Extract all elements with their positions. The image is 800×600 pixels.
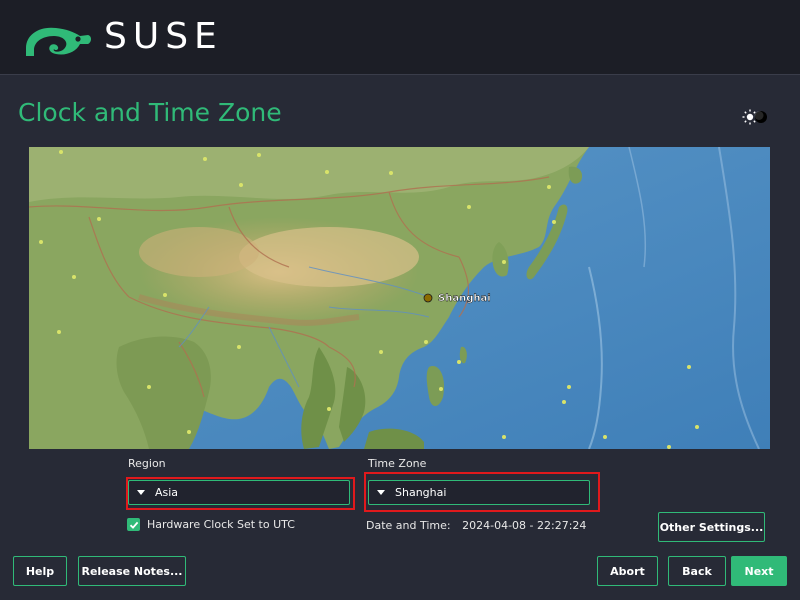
date-time-display: Date and Time: 2024-04-08 - 22:27:24 — [366, 519, 586, 532]
region-value: Asia — [155, 486, 179, 499]
next-button[interactable]: Next — [731, 556, 787, 586]
help-button[interactable]: Help — [13, 556, 67, 586]
hardware-clock-checkbox-row[interactable]: Hardware Clock Set to UTC — [127, 518, 295, 531]
other-settings-button[interactable]: Other Settings... — [658, 512, 765, 542]
chevron-down-icon — [377, 490, 385, 495]
timezone-label: Time Zone — [368, 457, 427, 470]
top-header: SUSE — [0, 0, 800, 75]
chevron-down-icon — [137, 490, 145, 495]
region-select[interactable]: Asia — [128, 480, 350, 505]
date-time-value: 2024-04-08 - 22:27:24 — [462, 519, 587, 532]
timezone-map[interactable]: Shanghai — [29, 147, 770, 449]
brand-name: SUSE — [104, 16, 223, 57]
checkmark-icon — [129, 521, 138, 529]
region-label: Region — [128, 457, 166, 470]
timezone-value: Shanghai — [395, 486, 447, 499]
timezone-select[interactable]: Shanghai — [368, 480, 590, 505]
hardware-clock-checkbox[interactable] — [127, 518, 140, 531]
map-marker-label: Shanghai — [438, 293, 491, 304]
date-time-label: Date and Time: — [366, 519, 451, 532]
abort-button[interactable]: Abort — [597, 556, 658, 586]
back-button[interactable]: Back — [668, 556, 726, 586]
page-title: Clock and Time Zone — [18, 98, 282, 127]
release-notes-button[interactable]: Release Notes... — [78, 556, 186, 586]
hardware-clock-label: Hardware Clock Set to UTC — [147, 518, 295, 531]
sun-moon-icon[interactable] — [742, 108, 768, 126]
chameleon-logo-icon — [26, 27, 91, 56]
